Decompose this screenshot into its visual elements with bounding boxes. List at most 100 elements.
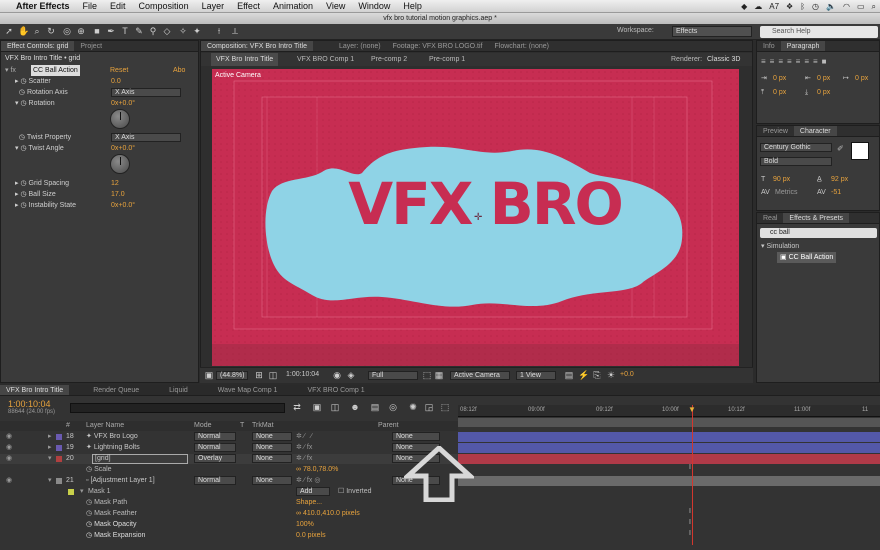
comp-mini-flowchart-icon[interactable]: ⇄: [292, 402, 302, 413]
region-of-interest-icon[interactable]: ⬚: [422, 370, 432, 381]
layer-parent-dropdown[interactable]: None: [392, 432, 440, 441]
tab-character[interactable]: Character: [793, 126, 837, 136]
layer-search-input[interactable]: [70, 403, 285, 413]
rectangle-tool-icon[interactable]: ■: [92, 26, 102, 37]
menu-layer[interactable]: Layer: [202, 1, 225, 11]
work-area-bar[interactable]: [458, 418, 880, 427]
keyframe-scale-icon[interactable]: I: [689, 464, 691, 471]
pan-behind-tool-icon[interactable]: ⊕: [76, 26, 86, 37]
layer-mode-dropdown[interactable]: Normal: [194, 443, 236, 452]
breadcrumb-item-2[interactable]: Pre-comp 2: [371, 53, 407, 66]
tab-liquid[interactable]: Liquid: [163, 385, 194, 395]
layer-switches-icon[interactable]: ✲ ∕ fx: [296, 443, 312, 453]
keyframe-expansion-icon[interactable]: I: [689, 530, 691, 537]
composition-viewer[interactable]: Active Camera VFX BRO ✛: [212, 69, 739, 366]
prop-rotation-value[interactable]: 0x+0.0°: [111, 98, 135, 109]
layer-label-color[interactable]: [56, 478, 62, 484]
menu-edit[interactable]: Edit: [110, 1, 126, 11]
layer-label-color[interactable]: [56, 445, 62, 451]
expand-arrow-icon[interactable]: ▸: [48, 443, 52, 453]
layer-switches-icon[interactable]: ✲ ∕ fx ◎: [296, 476, 320, 486]
eyedropper-icon[interactable]: ✐: [837, 144, 844, 153]
snapshot-icon[interactable]: ◉: [332, 370, 342, 381]
hide-shy-layers-icon[interactable]: ☻: [350, 402, 360, 413]
tab-flowchart[interactable]: Flowchart: (none): [489, 41, 555, 51]
menu-app-name[interactable]: After Effects: [16, 1, 70, 11]
prop-ball-size-value[interactable]: 17.0: [111, 189, 125, 200]
breadcrumb-item-3[interactable]: Pre-comp 1: [429, 53, 465, 66]
keyframe-feather-icon[interactable]: I: [689, 508, 691, 515]
expand-arrow-icon[interactable]: ▾: [48, 454, 52, 464]
prop-grid-spacing-value[interactable]: 12: [111, 178, 119, 189]
visibility-eye-icon[interactable]: ◉: [6, 454, 12, 464]
dropbox-icon[interactable]: ◆: [741, 2, 747, 11]
playhead-handle-icon[interactable]: ▼: [688, 405, 696, 414]
prop-twist-angle-value[interactable]: 0x+0.0°: [111, 143, 135, 154]
evernote-icon[interactable]: ❖: [786, 2, 793, 11]
mask-name[interactable]: Mask 1: [88, 487, 111, 497]
graph-editor-icon[interactable]: ◲: [424, 402, 434, 413]
zoom-tool-icon[interactable]: ⌕: [32, 26, 42, 37]
menu-help[interactable]: Help: [403, 1, 422, 11]
clone-stamp-tool-icon[interactable]: ⚲: [148, 26, 158, 37]
fx-category-simulation[interactable]: ▾ Simulation: [761, 241, 799, 252]
scale-value[interactable]: ∞ 78.0,78.0%: [296, 465, 338, 475]
kerning-value[interactable]: Metrics: [775, 187, 798, 198]
layer-name[interactable]: ✦ Lightning Bolts: [86, 443, 140, 453]
breadcrumb-item-1[interactable]: VFX BRO Comp 1: [297, 53, 354, 66]
leading-value[interactable]: 92 px: [831, 174, 848, 185]
indent-left-value[interactable]: 0 px: [773, 73, 786, 84]
puppet-tool-icon[interactable]: ✦: [192, 26, 202, 37]
eraser-tool-icon[interactable]: ◇: [162, 26, 172, 37]
keyframe-opacity-icon[interactable]: I: [689, 519, 691, 526]
track-bar-layer-20[interactable]: [458, 454, 880, 464]
frame-blending-icon[interactable]: ▤: [370, 402, 380, 413]
axis-world-icon[interactable]: ⟂: [230, 26, 240, 37]
layer-trkmat-dropdown[interactable]: None: [252, 454, 292, 463]
menu-animation[interactable]: Animation: [273, 1, 313, 11]
battery-icon[interactable]: ▭: [857, 2, 865, 11]
resolution-dropdown[interactable]: Full: [368, 371, 418, 380]
breadcrumb-item-0[interactable]: VFX Bro Intro Title: [211, 53, 279, 66]
timeline-timecode[interactable]: 1:00:10:04: [8, 399, 51, 409]
adobe-icon[interactable]: A7: [769, 2, 779, 11]
brush-tool-icon[interactable]: ✎: [134, 26, 144, 37]
workspace-select[interactable]: Effects: [672, 26, 752, 37]
tab-footage[interactable]: Footage: VFX BRO LOGO.tif: [387, 41, 489, 51]
tab-render-queue[interactable]: Render Queue: [87, 385, 145, 395]
tab-composition[interactable]: Composition: VFX Bro Intro Title: [201, 41, 313, 51]
menu-file[interactable]: File: [83, 1, 98, 11]
indent-right-value[interactable]: 0 px: [817, 73, 830, 84]
cloud-icon[interactable]: ☁: [754, 2, 762, 11]
tab-project[interactable]: Project: [74, 41, 108, 51]
expand-arrow-icon[interactable]: ▸: [48, 432, 52, 442]
visibility-eye-icon[interactable]: ◉: [6, 476, 12, 486]
layer-trkmat-dropdown[interactable]: None: [252, 432, 292, 441]
anchor-point-icon[interactable]: ✛: [474, 212, 482, 223]
timeline-link-icon[interactable]: ⎘: [592, 370, 602, 381]
expand-arrow-icon[interactable]: ▾: [48, 476, 52, 486]
layer-name[interactable]: ▫ [Adjustment Layer 1]: [86, 476, 155, 486]
tab-preview[interactable]: Preview: [757, 126, 794, 136]
draft-3d-icon[interactable]: ◫: [330, 402, 340, 413]
exposure-value[interactable]: +0.0: [620, 371, 634, 378]
space-after-value[interactable]: 0 px: [817, 87, 830, 98]
time-ruler[interactable]: 08:12f 09:00f 09:12f 10:00f 10:12f 11:00…: [458, 405, 880, 417]
render-icon[interactable]: ⬚: [440, 402, 450, 413]
type-tool-icon[interactable]: T: [120, 26, 130, 37]
roto-brush-tool-icon[interactable]: ✧: [178, 26, 188, 37]
comp-timecode[interactable]: 1:00:10:04: [286, 371, 319, 378]
font-family-dropdown[interactable]: Century Gothic: [760, 143, 832, 152]
volume-icon[interactable]: 🔈: [826, 2, 836, 11]
renderer-value[interactable]: Classic 3D: [707, 53, 740, 66]
twist-angle-dial[interactable]: [110, 154, 130, 174]
camera-view-dropdown[interactable]: Active Camera: [450, 371, 510, 380]
rotation-dial[interactable]: [110, 109, 130, 129]
effect-reset-button[interactable]: Reset: [110, 65, 128, 76]
prop-scatter-value[interactable]: 0.0: [111, 76, 121, 87]
layer-label-color[interactable]: [56, 434, 62, 440]
tab-effects-presets[interactable]: Effects & Presets: [783, 213, 849, 223]
transparency-grid-icon[interactable]: ▦: [434, 370, 444, 381]
exposure-icon[interactable]: ☀: [606, 370, 616, 381]
mask-inverted-checkbox[interactable]: ☐ Inverted: [338, 487, 372, 497]
